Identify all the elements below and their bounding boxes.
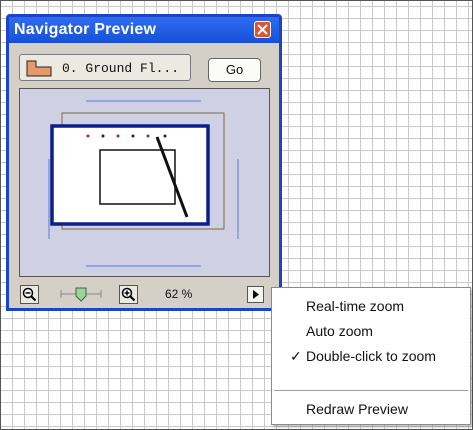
story-label: 0. Ground Fl...	[62, 61, 180, 76]
menu-separator	[274, 390, 468, 391]
story-selector-button[interactable]: 0. Ground Fl...	[19, 54, 191, 81]
menu-item-double-click-to-zoom[interactable]: ✓ Double-click to zoom	[272, 344, 470, 368]
zoom-out-icon	[22, 287, 37, 302]
zoom-out-button[interactable]	[20, 285, 39, 304]
zoom-options-menu: Real-time zoom Auto zoom ✓ Double-click …	[271, 287, 471, 425]
menu-item-label: Real-time zoom	[306, 298, 405, 314]
slider-thumb[interactable]	[75, 287, 87, 302]
palette-titlebar[interactable]: Navigator Preview	[9, 17, 279, 43]
menu-item-real-time-zoom[interactable]: Real-time zoom	[272, 294, 470, 318]
zoom-slider[interactable]	[57, 286, 105, 302]
menu-item-auto-zoom[interactable]: Auto zoom	[272, 319, 470, 343]
navigator-preview-palette: Navigator Preview 0. Ground Fl... Go 62 …	[6, 14, 282, 311]
preview-area[interactable]	[19, 88, 270, 277]
zoom-in-button[interactable]	[119, 285, 138, 304]
plan-preview-drawing	[48, 100, 239, 267]
zoom-in-icon	[121, 287, 136, 302]
menu-item-redraw-preview[interactable]: Redraw Preview	[272, 397, 470, 421]
menu-item-label: Redraw Preview	[306, 401, 408, 417]
menu-item-label: Double-click to zoom	[306, 348, 436, 364]
options-menu-button[interactable]	[247, 286, 264, 303]
menu-item-label: Auto zoom	[306, 323, 373, 339]
close-button[interactable]	[254, 21, 271, 38]
floor-plan-icon	[26, 60, 52, 77]
zoom-percentage: 62 %	[165, 287, 193, 301]
triangle-right-icon	[253, 290, 259, 299]
zoom-toolbar: 62 %	[9, 283, 279, 307]
checkmark-icon: ✓	[290, 348, 302, 364]
go-button[interactable]: Go	[208, 58, 261, 82]
palette-title: Navigator Preview	[14, 21, 157, 38]
close-icon	[257, 24, 268, 35]
